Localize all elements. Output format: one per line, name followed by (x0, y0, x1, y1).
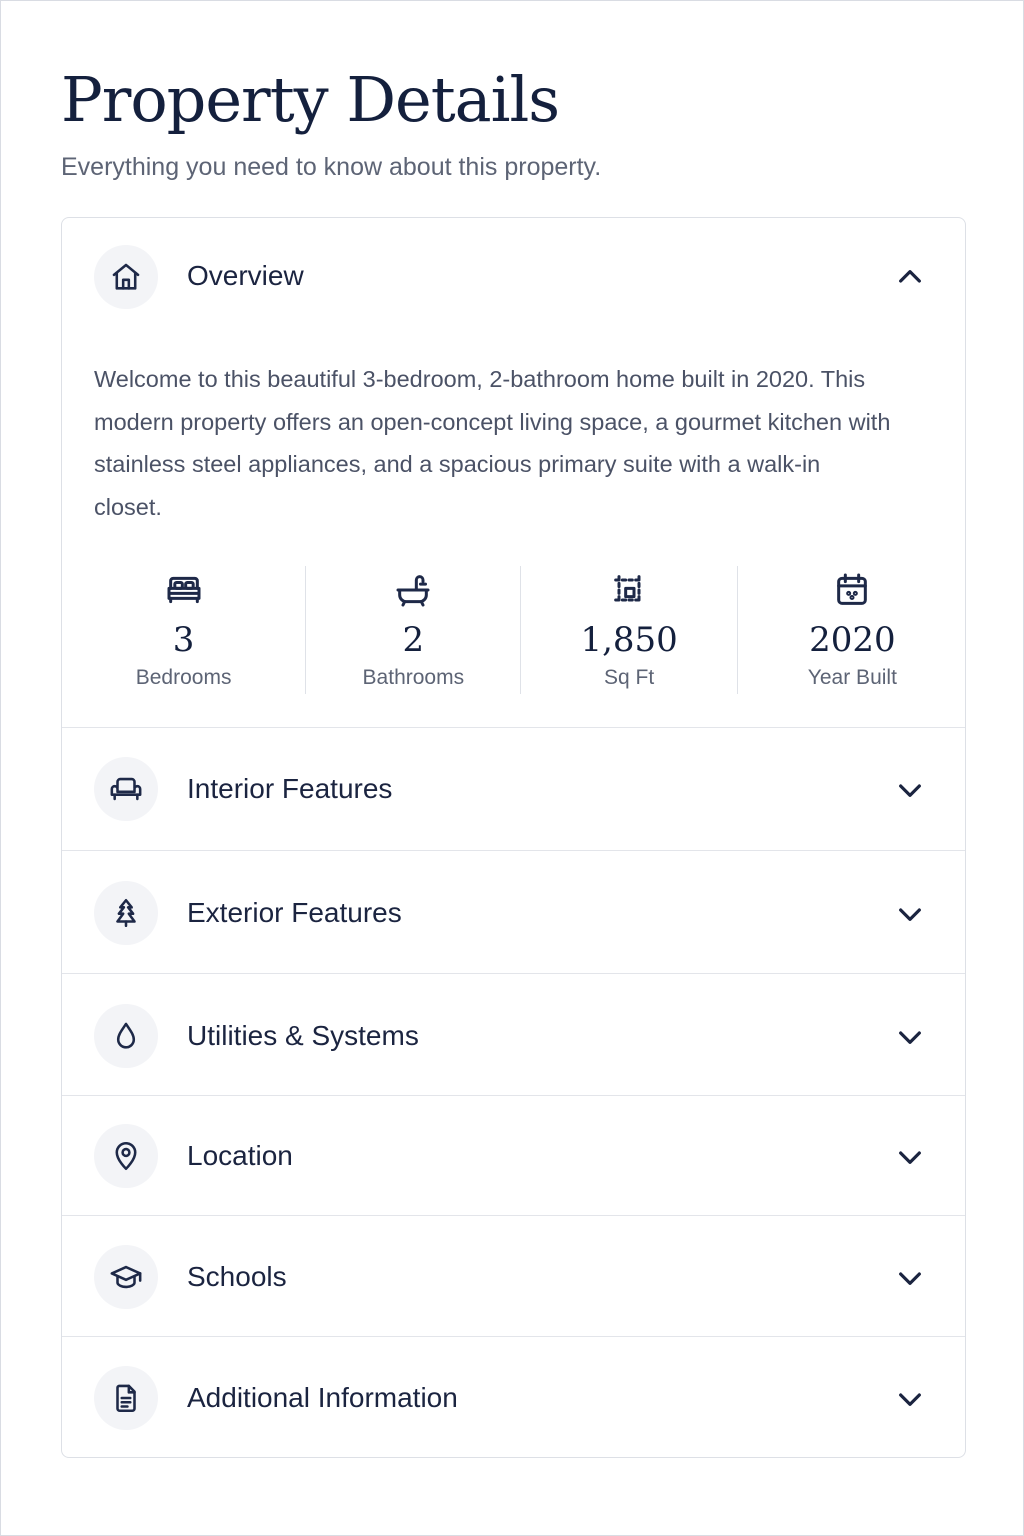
section-label: Utilities & Systems (187, 1020, 419, 1051)
chevron-down-icon[interactable] (894, 898, 926, 930)
chevron-down-icon[interactable] (894, 1262, 926, 1294)
section-label: Additional Information (187, 1382, 458, 1413)
section-label: Location (187, 1140, 293, 1171)
water-drop-icon (94, 1004, 158, 1068)
schools-section: Schools (62, 1216, 965, 1337)
bathtub-icon (393, 570, 433, 610)
home-icon (94, 245, 158, 309)
map-pin-icon (94, 1124, 158, 1188)
stat-sqft: 1,850 Sq Ft (520, 566, 736, 694)
exterior-features-header[interactable]: Exterior Features (62, 851, 965, 971)
location-section: Location (62, 1096, 965, 1216)
stat-label: Sq Ft (604, 666, 655, 689)
interior-features-section: Interior Features (62, 728, 965, 851)
page-subtitle: Everything you need to know about this p… (61, 153, 602, 181)
stat-value: 3 (172, 620, 195, 660)
stat-label: Bathrooms (362, 666, 465, 689)
utilities-header[interactable]: Utilities & Systems (62, 974, 965, 1094)
overview-description: Welcome to this beautiful 3-bedroom, 2-b… (94, 366, 891, 520)
stat-value: 1,850 (580, 620, 678, 660)
utilities-section: Utilities & Systems (62, 974, 965, 1096)
stat-label: Year Built (807, 666, 897, 689)
exterior-features-section: Exterior Features (62, 851, 965, 974)
section-label: Schools (187, 1261, 287, 1292)
chevron-down-icon[interactable] (894, 1383, 926, 1415)
stat-label: Bedrooms (135, 666, 232, 689)
overview-section: Overview Welcome to this beautiful 3-bed… (62, 218, 965, 728)
property-stats: 3 Bedrooms 2 Bathrooms 1,850 Sq Ft 2020 … (62, 566, 965, 694)
stat-value: 2020 (809, 620, 896, 660)
page-title: Property Details (61, 63, 560, 136)
bed-icon (164, 570, 204, 610)
armchair-icon (94, 757, 158, 821)
property-details-accordion: Overview Welcome to this beautiful 3-bed… (61, 217, 966, 1458)
section-label: Interior Features (187, 773, 393, 804)
document-icon (94, 1366, 158, 1430)
chevron-up-icon[interactable] (894, 261, 926, 293)
graduation-cap-icon (94, 1245, 158, 1309)
additional-information-header[interactable]: Additional Information (62, 1337, 965, 1457)
chevron-down-icon[interactable] (894, 1141, 926, 1173)
chevron-down-icon[interactable] (894, 1021, 926, 1053)
tree-icon (94, 881, 158, 945)
chevron-down-icon[interactable] (894, 774, 926, 806)
stat-bedrooms: 3 Bedrooms (62, 566, 305, 694)
stat-value: 2 (402, 620, 425, 660)
stat-year-built: 2020 Year Built (736, 566, 965, 694)
calendar-icon (832, 570, 872, 610)
area-icon (609, 570, 649, 610)
overview-header[interactable]: Overview (62, 218, 965, 338)
location-header[interactable]: Location (62, 1096, 965, 1216)
schools-header[interactable]: Schools (62, 1216, 965, 1336)
interior-features-header[interactable]: Interior Features (62, 728, 965, 848)
overview-label: Overview (187, 260, 304, 291)
section-label: Exterior Features (187, 897, 402, 928)
additional-information-section: Additional Information (62, 1337, 965, 1457)
stat-bathrooms: 2 Bathrooms (305, 566, 520, 694)
